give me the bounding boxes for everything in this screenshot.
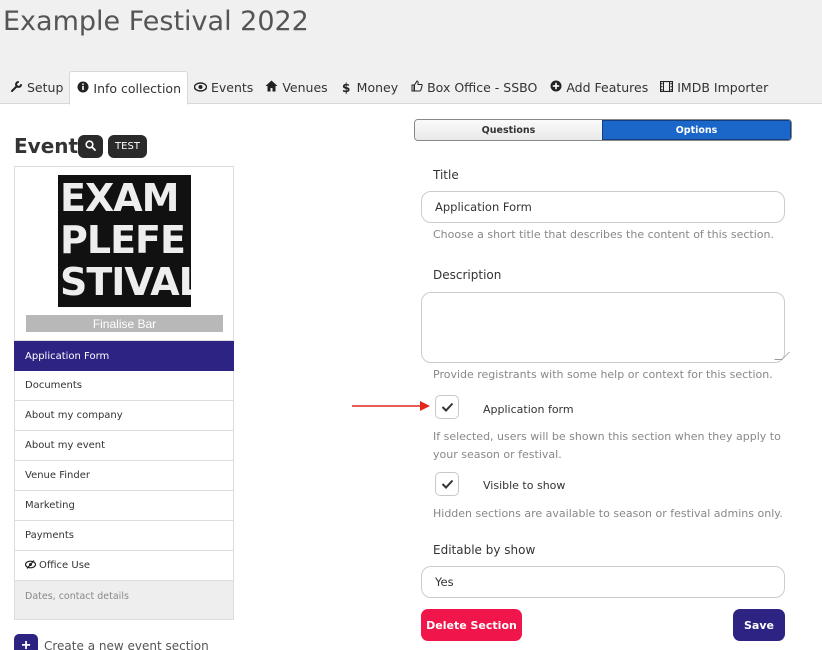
- questions-button[interactable]: Questions: [415, 120, 602, 140]
- main-tabs: Setup Info collection Events Venues $ Mo…: [4, 71, 774, 105]
- editable-by-show-select[interactable]: Yes: [421, 566, 785, 598]
- plus-circle-icon: [549, 80, 562, 95]
- checkmark-icon: [441, 399, 454, 415]
- tab-info-collection[interactable]: Info collection: [69, 71, 188, 105]
- annotation-arrow-icon: [352, 401, 430, 411]
- section-footer: Dates, contact details: [14, 581, 234, 620]
- tab-events[interactable]: Events: [188, 71, 259, 104]
- create-section-row[interactable]: + Create a new event section: [14, 634, 209, 650]
- visible-to-show-checkbox[interactable]: [435, 472, 459, 496]
- create-section-label[interactable]: Create a new event section: [44, 639, 209, 650]
- tab-imdb-importer[interactable]: IMDB Importer: [654, 71, 774, 104]
- tab-money[interactable]: $ Money: [334, 71, 404, 104]
- film-icon: [660, 80, 674, 95]
- section-item-label: About my company: [25, 410, 123, 421]
- wrench-icon: [10, 80, 23, 95]
- tab-label: Add Features: [566, 80, 649, 95]
- description-textarea[interactable]: [421, 292, 790, 363]
- search-button[interactable]: [78, 135, 103, 158]
- test-button[interactable]: TEST: [108, 135, 147, 158]
- finalise-bar[interactable]: Finalise Bar: [26, 315, 223, 332]
- section-item-about-my-event[interactable]: About my event: [14, 431, 234, 461]
- section-item-label: Application Form: [25, 350, 110, 362]
- tab-label: Box Office - SSBO: [427, 80, 538, 95]
- application-form-help-line: your season or festival.: [433, 448, 562, 461]
- event-card: EXAM PLEFE STIVAL Finalise Bar: [14, 166, 234, 341]
- section-item-label: Venue Finder: [25, 470, 90, 481]
- logo-line: STIVAL: [60, 260, 191, 304]
- title-input-value: Application Form: [435, 200, 532, 214]
- info-circle-icon: [76, 81, 89, 96]
- tab-label: Events: [211, 80, 254, 95]
- section-item-payments[interactable]: Payments: [14, 521, 234, 551]
- editable-by-show-label: Editable by show: [433, 543, 536, 557]
- tab-label: Info collection: [93, 80, 181, 96]
- title-help: Choose a short title that describes the …: [433, 228, 774, 241]
- section-item-marketing[interactable]: Marketing: [14, 491, 234, 521]
- search-icon: [85, 138, 96, 156]
- eye-icon: [193, 81, 208, 95]
- tab-add-features[interactable]: Add Features: [543, 71, 654, 104]
- plus-icon[interactable]: +: [14, 634, 38, 650]
- eye-slash-icon: [24, 559, 37, 572]
- description-help: Provide registrants with some help or co…: [433, 368, 773, 381]
- tab-label: Venues: [282, 80, 328, 95]
- logo-line: EXAM: [60, 176, 179, 220]
- dollar-icon: $: [341, 80, 351, 95]
- application-form-help-line: If selected, users will be shown this se…: [433, 430, 781, 443]
- thumbs-up-icon: [410, 80, 423, 95]
- section-item-label: Office Use: [39, 560, 91, 571]
- tab-label: Setup: [27, 80, 64, 95]
- visible-to-show-help: Hidden sections are available to season …: [433, 507, 783, 520]
- tab-label: Money: [356, 80, 399, 95]
- tab-label: IMDB Importer: [677, 80, 769, 95]
- section-item-application-form[interactable]: Application Form: [14, 341, 234, 371]
- tab-venues[interactable]: Venues: [259, 71, 333, 104]
- section-item-label: About my event: [25, 440, 106, 451]
- application-form-help: If selected, users will be shown this se…: [433, 428, 781, 464]
- resize-grip-icon[interactable]: [774, 352, 790, 360]
- logo-line: PLEFE: [60, 218, 186, 262]
- application-form-checkbox[interactable]: [435, 395, 459, 419]
- section-item-label: Marketing: [25, 500, 75, 511]
- delete-section-button[interactable]: Delete Section: [421, 609, 522, 641]
- application-form-label: Application form: [483, 403, 574, 416]
- section-item-documents[interactable]: Documents: [14, 371, 234, 401]
- top-header: Example Festival 2022 Setup Info collect…: [0, 0, 822, 105]
- page-title: Example Festival 2022: [3, 6, 309, 37]
- tab-setup[interactable]: Setup: [4, 71, 69, 104]
- festival-logo: EXAM PLEFE STIVAL: [58, 175, 191, 307]
- title-input[interactable]: Application Form: [421, 191, 785, 223]
- checkmark-icon: [441, 476, 454, 492]
- visible-to-show-label: Visible to show: [483, 479, 566, 492]
- section-item-venue-finder[interactable]: Venue Finder: [14, 461, 234, 491]
- questions-options-toggle: Questions Options: [414, 119, 792, 141]
- home-icon: [265, 80, 278, 95]
- section-item-label: Documents: [25, 380, 83, 391]
- section-item-office-use[interactable]: Office Use: [14, 551, 234, 581]
- tab-box-office[interactable]: Box Office - SSBO: [404, 71, 543, 104]
- save-button[interactable]: Save: [733, 609, 785, 641]
- editable-by-show-value: Yes: [435, 575, 454, 589]
- description-label: Description: [433, 268, 502, 282]
- section-item-label: Payments: [25, 530, 74, 541]
- title-label: Title: [433, 168, 459, 182]
- options-button[interactable]: Options: [602, 120, 791, 140]
- section-item-about-my-company[interactable]: About my company: [14, 401, 234, 431]
- section-list: Application Form Documents About my comp…: [14, 341, 234, 620]
